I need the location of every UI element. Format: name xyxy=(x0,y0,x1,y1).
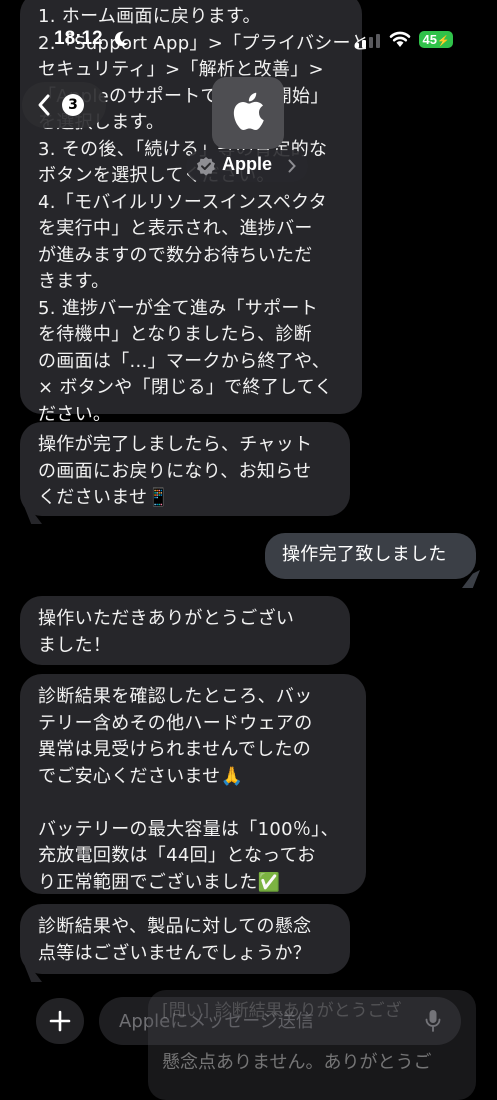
message-line: 診断結果や、製品に対しての懸念 xyxy=(38,916,312,937)
cellular-signal-icon xyxy=(355,34,380,48)
message-bubble-incoming[interactable]: 1. ホーム画面に戻ります。 2.「Support App」>「プライバシーと … xyxy=(20,0,369,425)
message-line: を待機中」となりましたら、診断 xyxy=(38,324,312,345)
message-line: でご安心くださいませ🙏 xyxy=(38,765,244,787)
status-bar: 18:12 45⚡ xyxy=(0,28,497,56)
status-time: 18:12 xyxy=(54,28,103,49)
message-line: り正常範囲でございました✅ xyxy=(38,871,281,893)
message-bubble-incoming[interactable]: 診断結果を確認したところ、バッ テリー含めその他ハードウェアの 異常は見受けられ… xyxy=(20,674,366,894)
chevron-left-icon xyxy=(38,94,50,116)
message-line: 1. ホーム画面に戻ります。 xyxy=(38,6,261,27)
message-line: ました！ xyxy=(38,634,112,656)
plus-icon xyxy=(49,1010,71,1032)
charging-bolt-icon: ⚡ xyxy=(437,36,450,47)
message-line: の画面にお戻りになり、お知らせ xyxy=(38,460,312,482)
message-line: くださいませ📱 xyxy=(38,487,170,508)
message-line: 診断結果を確認したところ、バッ xyxy=(38,686,313,707)
message-line: の画面は「...」マークから終了や、 xyxy=(38,350,331,372)
message-line: 操作が完了しましたら、チャット xyxy=(38,434,313,455)
moon-icon xyxy=(114,31,129,47)
contact-name-button[interactable]: Apple xyxy=(186,150,308,182)
add-attachment-button[interactable] xyxy=(36,998,84,1044)
message-line: セキュリティ」>「解析と改善」> xyxy=(38,59,324,80)
message-line: 操作完了致しました xyxy=(282,544,447,565)
contact-name: Apple xyxy=(222,154,273,174)
apple-logo-icon xyxy=(233,92,264,131)
message-bubble-incoming[interactable]: 診断結果や、製品に対しての懸念 点等はございませんでしょうか？ xyxy=(20,904,350,974)
message-line: が進みますので数分お待ちいただ xyxy=(38,244,313,266)
message-line: バッテリーの最大容量は「100％」、 xyxy=(38,818,339,840)
notification-title: [問い] 診断結果ありがとうござ xyxy=(162,1001,402,1021)
message-bubble-outgoing[interactable]: 操作完了致しました xyxy=(265,533,476,579)
message-bubble-incoming[interactable]: 操作いただきありがとうござい ました！ xyxy=(20,596,350,665)
verified-badge-icon xyxy=(197,157,215,176)
back-button[interactable]: 3 xyxy=(22,82,106,128)
message-line: 操作いただきありがとうござい xyxy=(38,608,295,629)
message-bubble-incoming[interactable]: 操作が完了しましたら、チャット の画面にお戻りになり、お知らせ くださいませ📱 xyxy=(20,422,350,516)
battery-indicator: 45⚡ xyxy=(419,31,453,48)
message-line: 5. 進捗バーが全て進み「サポート xyxy=(38,297,318,319)
message-line: を実行中」と表示され、進捗バー xyxy=(38,218,313,239)
message-line: 異常は見受けられませんでしたの xyxy=(38,739,312,760)
message-line: きます。 xyxy=(38,271,110,292)
unread-count-badge: 3 xyxy=(62,94,84,116)
message-line: × ボタンや「閉じる」で終了してく xyxy=(38,377,333,398)
chevron-right-icon xyxy=(288,159,296,173)
battery-level: 45 xyxy=(422,32,437,47)
message-line: 点等はございませんでしょうか？ xyxy=(38,942,312,964)
message-line: テリー含めその他ハードウェアの xyxy=(38,712,313,734)
notification-preview[interactable]: [問い] 診断結果ありがとうござ 懸念点ありません。ありがとうご xyxy=(148,990,476,1100)
wifi-icon xyxy=(389,31,411,47)
notification-body: 懸念点ありません。ありがとうご xyxy=(162,1052,432,1073)
contact-avatar[interactable] xyxy=(212,77,284,149)
message-line: 4.「モバイルリソースインスペクタ xyxy=(38,191,328,213)
message-line: 充放電回数は「44回」となってお xyxy=(38,845,316,866)
